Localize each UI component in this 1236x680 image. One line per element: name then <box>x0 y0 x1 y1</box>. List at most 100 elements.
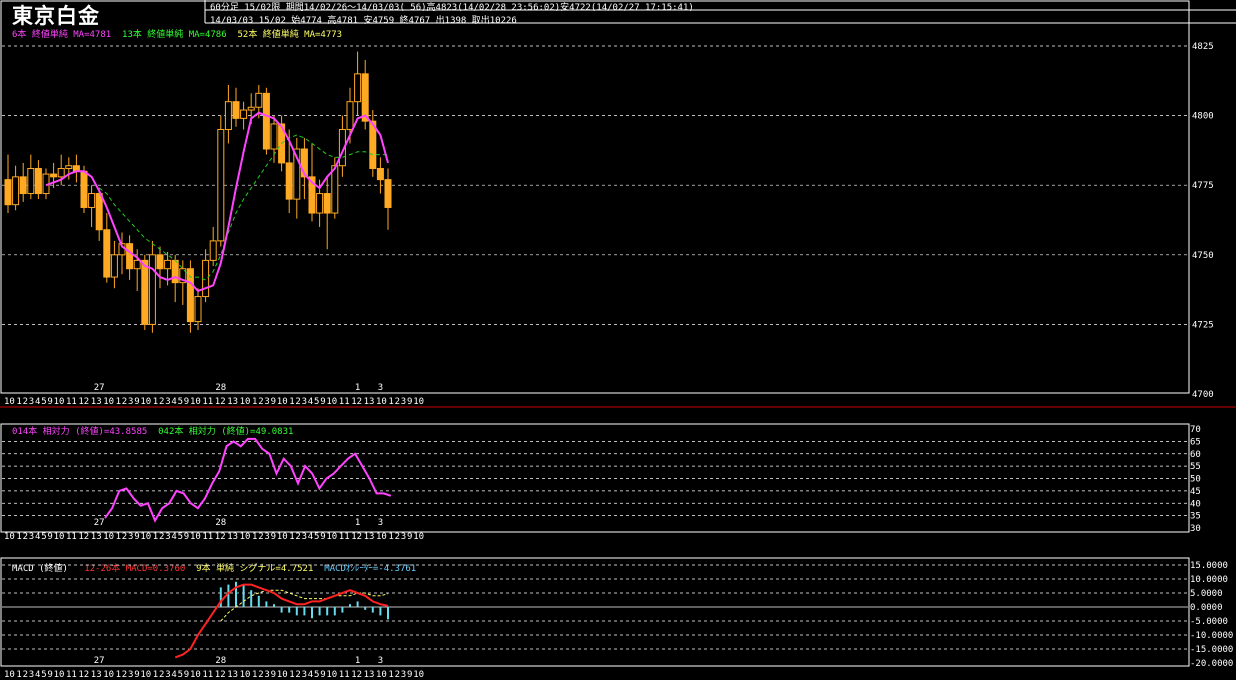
time-axis-label: 11 <box>202 397 213 407</box>
time-axis-label: 1 <box>16 532 21 542</box>
time-axis-label: 11 <box>66 670 77 680</box>
candle <box>103 229 111 278</box>
main-panel-frame <box>0 0 1190 394</box>
time-axis-label: 11 <box>202 532 213 542</box>
rsi-y-tick: 35 <box>1190 512 1201 522</box>
candle <box>156 254 164 270</box>
time-axis-label: 10 <box>240 532 251 542</box>
candle <box>247 106 255 111</box>
time-axis-label: 5 <box>41 532 46 542</box>
candle <box>384 179 392 208</box>
candle <box>361 73 369 122</box>
time-axis-label: 10 <box>413 397 424 407</box>
time-axis-label: 5 <box>41 397 46 407</box>
main-y-tick: 4800 <box>1192 112 1214 122</box>
time-axis-label: 1 <box>289 397 294 407</box>
candle <box>27 167 35 195</box>
time-axis-label: 2 <box>159 397 164 407</box>
time-axis-label: 11 <box>66 532 77 542</box>
time-axis-label: 10 <box>413 670 424 680</box>
time-axis-label: 10 <box>326 670 337 680</box>
date-label: 27 <box>94 518 105 528</box>
date-label: 3 <box>378 383 383 393</box>
time-axis-label: 3 <box>302 397 307 407</box>
time-axis-label: 4 <box>171 670 176 680</box>
rsi-y-tick: 65 <box>1190 437 1201 447</box>
time-axis-label: 5 <box>178 670 183 680</box>
time-axis-label: 9 <box>47 670 52 680</box>
time-axis-label: 4 <box>308 532 313 542</box>
candle <box>148 254 156 325</box>
time-axis-label: 10 <box>140 532 151 542</box>
time-axis-label: 10 <box>326 397 337 407</box>
date-label: 1 <box>355 383 360 393</box>
time-axis-label: 3 <box>165 670 170 680</box>
time-axis-label: 2 <box>295 670 300 680</box>
candle <box>12 176 20 206</box>
macd-y-tick: -20.0000 <box>1190 659 1233 669</box>
time-axis-label: 2 <box>122 397 127 407</box>
candle <box>323 193 331 214</box>
candle <box>209 240 217 261</box>
time-axis-label: 2 <box>395 532 400 542</box>
rsi-y-tick: 55 <box>1190 462 1201 472</box>
rsi-y-tick: 50 <box>1190 475 1201 485</box>
candle <box>126 243 134 270</box>
macd-y-tick: 10.0000 <box>1190 575 1228 585</box>
time-axis-label: 10 <box>140 397 151 407</box>
macd-y-tick: 5.0000 <box>1190 589 1223 599</box>
macd-y-tick: 0.0000 <box>1190 603 1223 613</box>
time-axis-label: 2 <box>295 532 300 542</box>
rsi-y-tick: 60 <box>1190 450 1201 460</box>
time-axis-label: 13 <box>91 670 102 680</box>
time-axis-label: 10 <box>4 532 15 542</box>
candle <box>65 165 73 169</box>
time-axis-label: 1 <box>153 670 158 680</box>
time-axis-label: 3 <box>401 397 406 407</box>
candle <box>202 259 210 298</box>
candle <box>232 101 240 119</box>
time-axis-label: 1 <box>252 397 257 407</box>
time-axis-label: 1 <box>116 532 121 542</box>
time-axis-label: 12 <box>78 670 89 680</box>
candle <box>331 165 339 214</box>
time-axis-label: 3 <box>302 670 307 680</box>
time-axis-label: 9 <box>184 532 189 542</box>
date-label: 3 <box>378 518 383 528</box>
time-axis-label: 13 <box>227 532 238 542</box>
rsi-y-tick: 30 <box>1190 524 1201 534</box>
time-axis-label: 3 <box>165 397 170 407</box>
time-axis-label: 10 <box>190 397 201 407</box>
time-axis-label: 3 <box>29 397 34 407</box>
candle <box>19 176 27 195</box>
time-axis-label: 2 <box>122 532 127 542</box>
time-axis-label: 9 <box>407 670 412 680</box>
time-axis-label: 11 <box>339 397 350 407</box>
time-axis-label: 5 <box>178 397 183 407</box>
rsi-y-tick: 45 <box>1190 487 1201 497</box>
candle <box>224 101 232 131</box>
time-axis-label: 2 <box>23 397 28 407</box>
candle <box>50 173 58 178</box>
time-axis-label: 12 <box>351 397 362 407</box>
time-axis-label: 3 <box>264 397 269 407</box>
time-axis-label: 12 <box>215 670 226 680</box>
time-axis-label: 2 <box>23 532 28 542</box>
time-axis-label: 3 <box>29 670 34 680</box>
time-axis-label: 4 <box>308 670 313 680</box>
time-axis-label: 1 <box>289 670 294 680</box>
time-axis-label: 12 <box>78 532 89 542</box>
time-axis-label: 2 <box>23 670 28 680</box>
time-axis-label: 10 <box>54 397 65 407</box>
time-axis-label: 1 <box>289 532 294 542</box>
time-axis-label: 13 <box>227 670 238 680</box>
time-axis-label: 10 <box>140 670 151 680</box>
candle <box>110 254 118 278</box>
time-axis-label: 12 <box>215 532 226 542</box>
time-axis-label: 10 <box>376 397 387 407</box>
time-axis-label: 10 <box>103 532 114 542</box>
candle <box>57 167 65 178</box>
candle <box>171 259 179 284</box>
time-axis-label: 9 <box>134 397 139 407</box>
candle <box>255 92 263 108</box>
